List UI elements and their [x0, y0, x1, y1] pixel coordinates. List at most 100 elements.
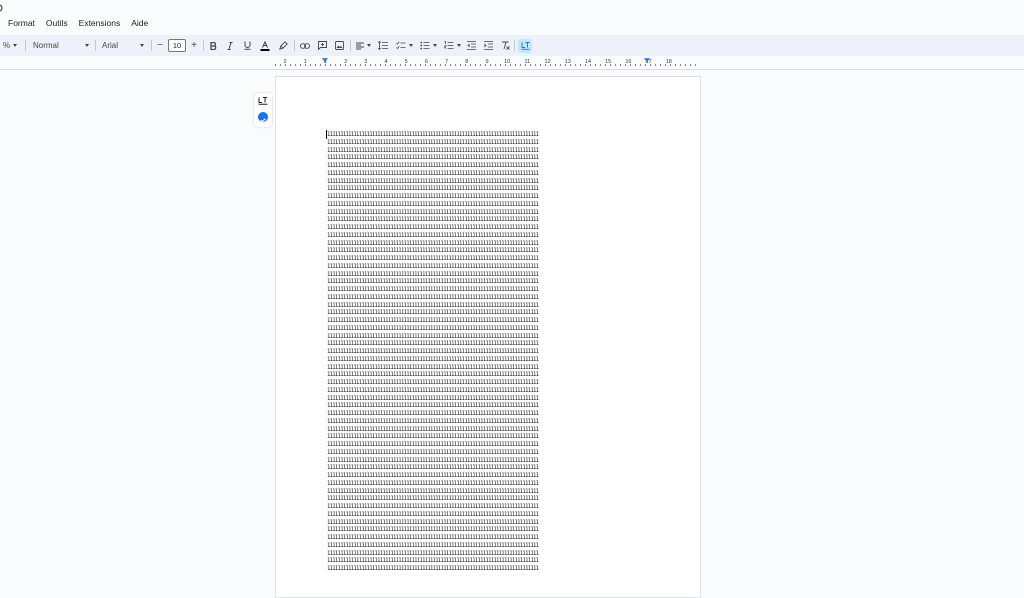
chevron-down-icon — [408, 44, 413, 47]
ruler-tick — [280, 64, 281, 66]
increase-font-size-button[interactable]: + — [189, 35, 199, 56]
style-select-value: Normal — [33, 41, 59, 50]
decrease-indent-button[interactable] — [465, 35, 477, 56]
document-line: 1111111111111111111111111111111111111111… — [327, 479, 539, 487]
ruler-tick — [450, 64, 451, 66]
ruler-tick — [400, 64, 401, 66]
ruler-tick — [325, 64, 326, 66]
ruler-tick — [610, 64, 611, 66]
document-line: 1111111111111111111111111111111111111111… — [327, 472, 539, 479]
ruler-tick — [690, 64, 691, 66]
ruler-tick — [335, 64, 336, 66]
underline-button[interactable] — [242, 35, 252, 56]
ruler-tick — [625, 64, 626, 66]
zoom-select[interactable]: % — [0, 35, 20, 56]
italic-button[interactable] — [225, 35, 235, 56]
ruler-tick — [495, 64, 496, 66]
menu-outils[interactable]: Outils — [46, 18, 68, 28]
underline-icon — [244, 41, 250, 50]
ruler-tick — [285, 64, 286, 66]
font-size-input[interactable]: 10 — [168, 39, 186, 52]
numbered-list-button[interactable] — [442, 35, 462, 56]
document-line: 1111111111111111111111111111111111111111… — [327, 146, 539, 154]
italic-icon — [227, 41, 233, 50]
highlight-icon — [278, 41, 288, 50]
ruler-tick — [600, 64, 601, 66]
document-line: 1111111111111111111111111111111111111111… — [327, 208, 539, 216]
document-line: 1111111111111111111111111111111111111111… — [327, 169, 539, 177]
bold-button[interactable] — [208, 35, 218, 56]
toolbar-divider — [294, 40, 295, 51]
document-line: 1111111111111111111111111111111111111111… — [327, 309, 539, 317]
ruler-tick — [370, 64, 371, 66]
ruler-tick — [435, 64, 436, 66]
document-line: 1111111111111111111111111111111111111111… — [327, 541, 539, 549]
text-color-icon — [260, 40, 270, 51]
ruler-tick — [595, 64, 596, 66]
zoom-value: % — [2, 41, 11, 50]
document-line: 1111111111111111111111111111111111111111… — [327, 448, 539, 456]
decrease-font-size-button[interactable]: − — [155, 35, 165, 56]
ruler-tick — [315, 64, 316, 66]
menu-bar: Format Outils Extensions Aide — [8, 18, 148, 28]
document-page[interactable]: 1111111111111111111111111111111111111111… — [275, 76, 701, 598]
menu-aide[interactable]: Aide — [131, 18, 148, 28]
bullet-list-button[interactable] — [418, 35, 438, 56]
document-line: 1111111111111111111111111111111111111111… — [327, 286, 539, 293]
increase-indent-icon — [483, 41, 493, 50]
font-size-field-wrap: 10 — [168, 35, 186, 56]
increase-indent-button[interactable] — [482, 35, 494, 56]
style-select[interactable]: Normal — [33, 35, 89, 56]
clear-formatting-button[interactable] — [499, 35, 511, 56]
languagetool-widget[interactable] — [254, 93, 272, 127]
menu-extensions[interactable]: Extensions — [79, 18, 121, 28]
line-spacing-button[interactable] — [377, 35, 389, 56]
highlight-button[interactable] — [277, 35, 289, 56]
image-icon — [334, 41, 344, 50]
chevron-down-icon — [456, 44, 461, 47]
undo-icon[interactable] — [0, 3, 6, 13]
ruler-tick — [485, 64, 486, 66]
document-line: 1111111111111111111111111111111111111111… — [327, 402, 539, 410]
ruler-tick — [380, 64, 381, 66]
chevron-down-icon — [140, 44, 144, 47]
document-line: 1111111111111111111111111111111111111111… — [327, 565, 539, 572]
ruler-tick — [585, 64, 586, 66]
ruler-tick — [555, 64, 556, 66]
font-select[interactable]: Arial — [102, 35, 144, 56]
ruler-tick — [295, 64, 296, 66]
document-line: 1111111111111111111111111111111111111111… — [327, 262, 539, 270]
ruler-tick — [525, 64, 526, 66]
document-line: 1111111111111111111111111111111111111111… — [327, 255, 539, 262]
check-circle-icon[interactable] — [258, 112, 268, 123]
document-line: 1111111111111111111111111111111111111111… — [327, 549, 539, 557]
languagetool-toggle-button[interactable] — [518, 38, 532, 53]
ruler-tick — [465, 64, 466, 66]
decrease-indent-icon — [466, 41, 476, 50]
document-line: 1111111111111111111111111111111111111111… — [327, 278, 539, 286]
ruler-tick — [365, 64, 366, 66]
checklist-icon — [395, 41, 405, 50]
comment-icon — [317, 41, 327, 50]
ruler-tick — [425, 64, 426, 66]
document-line: 1111111111111111111111111111111111111111… — [327, 247, 539, 255]
document-body[interactable]: 1111111111111111111111111111111111111111… — [327, 131, 657, 576]
document-line: 1111111111111111111111111111111111111111… — [327, 464, 539, 472]
align-button[interactable] — [354, 35, 372, 56]
insert-link-button[interactable] — [299, 35, 311, 56]
ruler-tick — [385, 64, 386, 66]
document-line: 1111111111111111111111111111111111111111… — [327, 193, 539, 200]
menu-format[interactable]: Format — [8, 18, 35, 28]
ruler-tick — [505, 64, 506, 66]
ruler-tick — [470, 64, 471, 66]
ruler-tick — [645, 64, 646, 66]
languagetool-icon[interactable] — [257, 97, 269, 106]
font-select-value: Arial — [102, 41, 119, 50]
text-color-button[interactable] — [259, 35, 271, 56]
insert-image-button[interactable] — [333, 35, 345, 56]
horizontal-ruler[interactable]: 2 1 1 2 3 4 5 6 7 8 9 10 11 12 13 14 15 16 17 18 — [275, 58, 699, 67]
document-line: 1111111111111111111111111111111111111111… — [327, 371, 539, 379]
checklist-button[interactable] — [394, 35, 414, 56]
ruler-tick — [560, 64, 561, 66]
add-comment-button[interactable] — [316, 35, 328, 56]
